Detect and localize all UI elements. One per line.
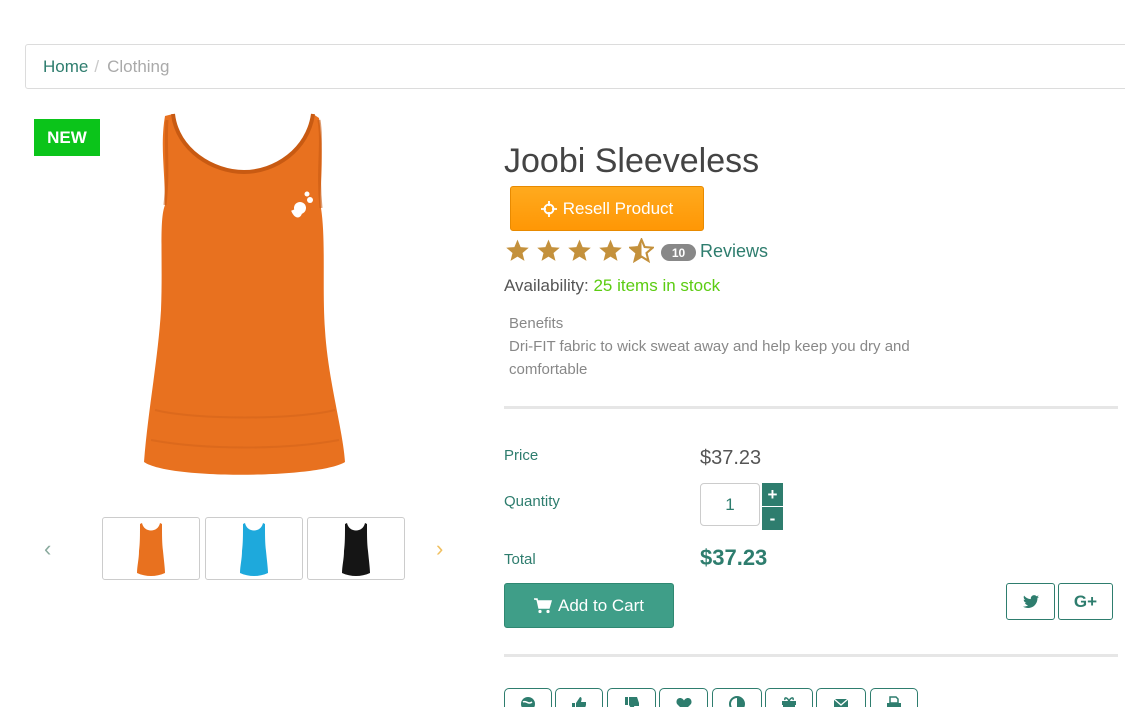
- total-value: $37.23: [700, 545, 768, 570]
- product-main-image[interactable]: [135, 110, 357, 482]
- review-count-badge: 10: [661, 244, 696, 261]
- breadcrumb-separator: /: [94, 56, 100, 76]
- availability: Availability: 25 items in stock: [504, 276, 720, 296]
- quantity-input[interactable]: [700, 483, 760, 526]
- thumbs-up-icon: [572, 697, 586, 707]
- thumbs-up-button[interactable]: [555, 688, 603, 707]
- benefits-text: Dri-FIT fabric to wick sweat away and he…: [509, 338, 910, 378]
- crosshair-icon: [540, 200, 557, 217]
- divider: [504, 406, 1118, 409]
- tank-top-blue-icon: [240, 522, 268, 576]
- googleplus-share-button[interactable]: G+: [1058, 583, 1113, 620]
- compare-button[interactable]: [712, 688, 762, 707]
- gift-button[interactable]: [765, 688, 813, 707]
- price-label: Price: [504, 447, 539, 464]
- twitter-share-button[interactable]: [1006, 583, 1055, 620]
- thumbs-down-icon: [624, 697, 639, 707]
- product-title: Joobi Sleeveless: [504, 142, 760, 180]
- star-icon: [537, 239, 560, 261]
- thumbnail-orange[interactable]: [102, 517, 200, 580]
- envelope-icon: [833, 698, 849, 707]
- availability-value: 25 items in stock: [593, 276, 721, 295]
- quantity-decrement-button[interactable]: -: [762, 507, 783, 530]
- breadcrumb-current: Clothing: [107, 56, 170, 76]
- new-badge: NEW: [34, 119, 100, 156]
- thumbnail-black[interactable]: [307, 517, 405, 580]
- quantity-increment-button[interactable]: +: [762, 483, 783, 506]
- reviews-link[interactable]: Reviews: [700, 241, 768, 262]
- breadcrumb: Home / Clothing: [25, 44, 1125, 89]
- favorite-button[interactable]: [659, 688, 708, 707]
- total-label: Total: [504, 551, 536, 568]
- benefits: Benefits Dri-FIT fabric to wick sweat aw…: [509, 312, 949, 381]
- thumbs-down-button[interactable]: [607, 688, 656, 707]
- print-icon: [887, 696, 901, 707]
- benefits-title: Benefits: [509, 315, 564, 332]
- tank-top-black-icon: [342, 522, 370, 576]
- email-button[interactable]: [816, 688, 866, 707]
- star-icon: [506, 239, 529, 261]
- resell-product-button[interactable]: Resell Product: [510, 186, 704, 231]
- quantity-label: Quantity: [504, 493, 560, 510]
- tank-top-orange-icon: [137, 522, 165, 576]
- star-icon: [568, 239, 591, 261]
- globe-icon: [521, 697, 535, 707]
- rating-stars[interactable]: [505, 238, 654, 263]
- add-to-cart-label: Add to Cart: [558, 595, 644, 615]
- star-half-icon: [629, 238, 654, 263]
- heart-icon: [675, 698, 692, 707]
- print-button[interactable]: [870, 688, 918, 707]
- availability-label: Availability:: [504, 276, 589, 295]
- resell-product-label: Resell Product: [562, 198, 674, 218]
- add-to-cart-button[interactable]: Add to Cart: [504, 583, 674, 628]
- globe-button[interactable]: [504, 688, 552, 707]
- thumbnail-blue[interactable]: [205, 517, 303, 580]
- star-icon: [599, 239, 622, 261]
- googleplus-icon: G+: [1073, 591, 1098, 611]
- thumbnail-next-arrow[interactable]: ›: [436, 536, 443, 562]
- twitter-icon: [1022, 594, 1039, 608]
- breadcrumb-home-link[interactable]: Home: [43, 57, 88, 77]
- gift-icon: [782, 697, 796, 707]
- thumbnail-prev-arrow[interactable]: ‹: [44, 536, 51, 562]
- price-value: $37.23: [700, 447, 762, 469]
- divider: [504, 654, 1118, 657]
- compare-icon: [729, 696, 745, 707]
- cart-icon: [534, 597, 552, 613]
